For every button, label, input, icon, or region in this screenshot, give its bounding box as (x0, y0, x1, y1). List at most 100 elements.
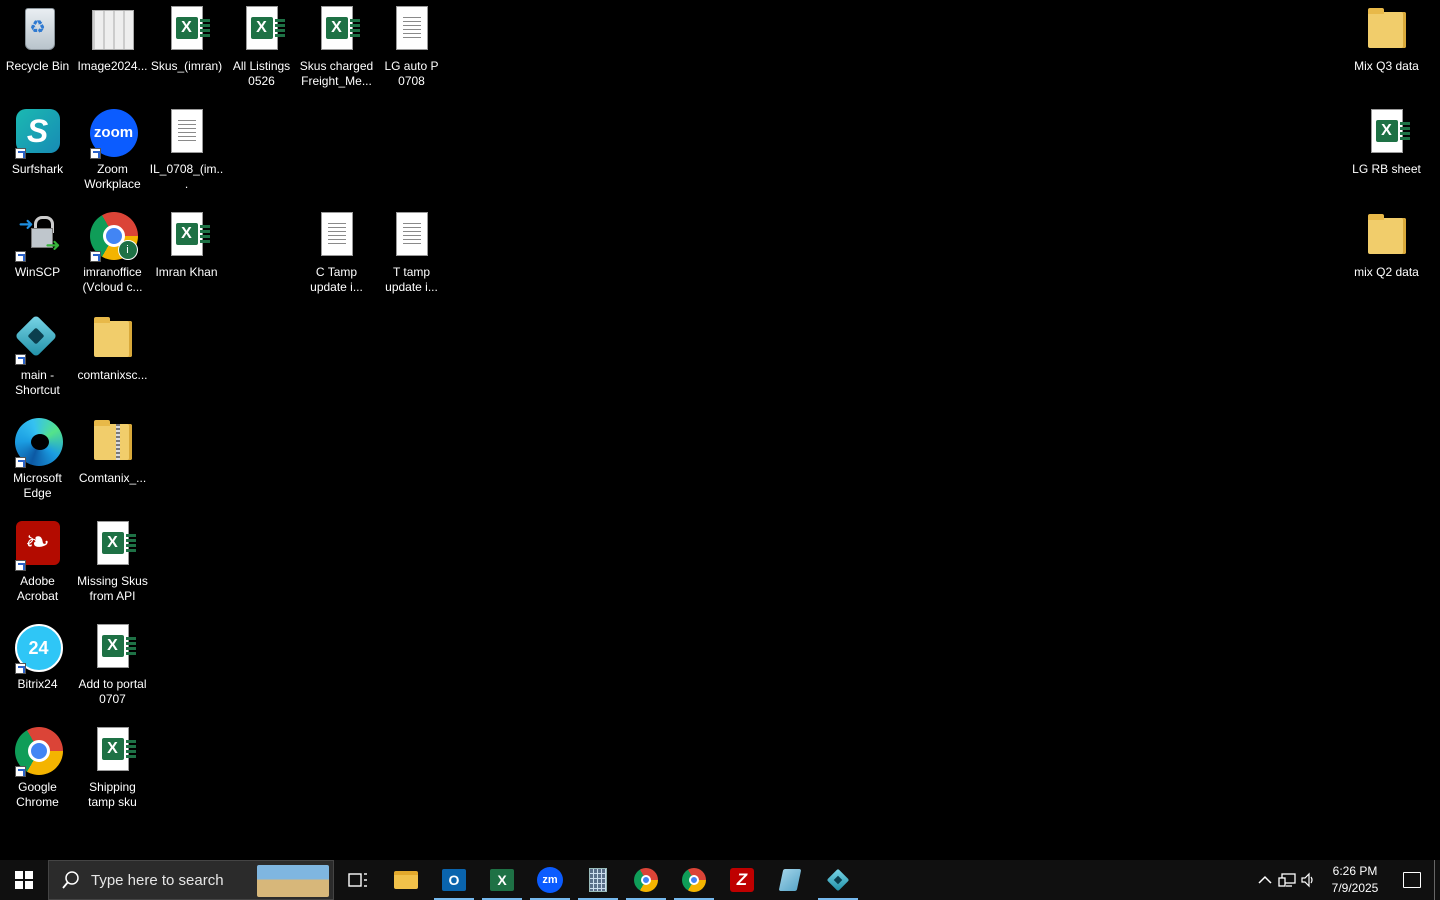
folder-icon (394, 871, 418, 889)
icon-label: main - Shortcut (15, 368, 60, 397)
taskbar-filezilla[interactable]: Z (718, 860, 766, 900)
calculator-icon (589, 868, 607, 892)
desktop: Recycle Bin S Surfshark ➜➜ WinSCP main -… (0, 0, 1440, 860)
icon-label: Skus charged Freight_Me... (299, 59, 374, 88)
network-button[interactable] (1276, 860, 1298, 900)
icon-label: Adobe Acrobat (16, 574, 59, 603)
desktop-icon-lg-rb-sheet[interactable]: X LG RB sheet (1349, 103, 1424, 203)
filezilla-icon: Z (730, 868, 754, 892)
search-box[interactable]: Type here to search (48, 860, 334, 900)
icon-label: Google Chrome (16, 780, 59, 809)
desktop-icon-lg-auto-p[interactable]: LG auto P 0708 (374, 0, 449, 100)
system-tray: 6:26 PM 7/9/2025 (1254, 860, 1440, 900)
icon-label: Recycle Bin (5, 59, 70, 73)
clock[interactable]: 6:26 PM 7/9/2025 (1320, 863, 1390, 897)
desktop-icon-il-0708[interactable]: IL_0708_(im... (149, 103, 224, 203)
icon-label: imranoffice (Vcloud c... (82, 265, 143, 294)
desktop-icon-mix-q3-data[interactable]: Mix Q3 data (1349, 0, 1424, 100)
task-view-icon (348, 873, 367, 887)
icon-label: Zoom Workplace (84, 162, 141, 191)
desktop-icon-recycle-bin[interactable]: Recycle Bin (0, 0, 75, 100)
show-desktop-button[interactable] (1434, 860, 1440, 900)
desktop-icon-shipping-tamp-sku[interactable]: X Shipping tamp sku (75, 721, 150, 821)
icon-label: Image2024... (77, 59, 148, 73)
desktop-icon-surfshark[interactable]: S Surfshark (0, 103, 75, 203)
task-view-button[interactable] (334, 860, 382, 900)
acrobat-icon: ❧ (13, 521, 63, 571)
taskbar: Type here to search O X zm Z 6:26 PM 7/9… (0, 860, 1440, 900)
folder-icon (88, 315, 138, 365)
windows-logo-icon (15, 871, 33, 889)
desktop-icon-missing-skus[interactable]: X Missing Skus from API (75, 515, 150, 615)
speaker-icon (1301, 872, 1313, 888)
desktop-icon-bitrix24[interactable]: 24 Bitrix24 (0, 618, 75, 718)
icon-label: T tamp update i... (385, 265, 438, 294)
desktop-icon-comtanixsc[interactable]: comtanixsc... (75, 309, 150, 409)
excel-file-icon: X (88, 727, 138, 777)
taskbar-main-app[interactable] (814, 860, 862, 900)
icon-label: Skus_(imran) (150, 59, 223, 73)
folder-icon (1362, 6, 1412, 56)
desktop-icon-main-shortcut[interactable]: main - Shortcut (0, 309, 75, 409)
icon-label: Imran Khan (155, 265, 218, 279)
desktop-icon-adobe-acrobat[interactable]: ❧ Adobe Acrobat (0, 515, 75, 615)
icon-label: All Listings 0526 (232, 59, 291, 88)
desktop-icon-mix-q2-data[interactable]: mix Q2 data (1349, 206, 1424, 306)
zip-folder-icon (88, 418, 138, 468)
text-file-icon (162, 109, 212, 159)
taskbar-chrome-profile[interactable] (670, 860, 718, 900)
desktop-icon-t-tamp-update[interactable]: T tamp update i... (374, 206, 449, 306)
taskbar-calculator[interactable] (574, 860, 622, 900)
action-center-button[interactable] (1390, 872, 1434, 888)
icon-label: Missing Skus from API (77, 574, 148, 603)
desktop-icon-skus-imran[interactable]: X Skus_(imran) (149, 0, 224, 100)
desktop-icon-add-to-portal[interactable]: X Add to portal 0707 (75, 618, 150, 718)
icon-label: LG auto P 0708 (384, 59, 439, 88)
taskbar-excel[interactable]: X (478, 860, 526, 900)
desktop-icon-microsoft-edge[interactable]: Microsoft Edge (0, 412, 75, 512)
desktop-icon-image2024[interactable]: Image2024... (75, 0, 150, 100)
zoom-icon: zoom (88, 109, 138, 159)
recycle-bin-icon (13, 6, 63, 56)
excel-file-icon: X (88, 624, 138, 674)
chrome-icon (634, 868, 658, 892)
folder-icon (1362, 212, 1412, 262)
start-button[interactable] (0, 860, 48, 900)
icon-label: comtanixsc... (77, 368, 148, 382)
desktop-icon-zoom-workplace[interactable]: zoom Zoom Workplace (75, 103, 150, 203)
icon-label: Comtanix_... (78, 471, 147, 485)
desktop-icon-google-chrome[interactable]: Google Chrome (0, 721, 75, 821)
taskbar-outlook[interactable]: O (430, 860, 478, 900)
icon-label: IL_0708_(im... (149, 162, 224, 191)
chrome-icon (13, 727, 63, 777)
desktop-icon-comtanix-zip[interactable]: Comtanix_... (75, 412, 150, 512)
excel-icon: X (490, 869, 514, 891)
excel-file-icon: X (312, 6, 362, 56)
icon-label: WinSCP (14, 265, 61, 279)
search-icon (62, 871, 79, 889)
text-file-icon (312, 212, 362, 262)
desktop-icon-imran-khan[interactable]: X Imran Khan (149, 206, 224, 306)
show-hidden-icons-button[interactable] (1254, 860, 1276, 900)
desktop-icon-all-listings[interactable]: X All Listings 0526 (224, 0, 299, 100)
taskbar-notepad[interactable] (766, 860, 814, 900)
chevron-up-icon (1258, 875, 1272, 884)
excel-file-icon: X (162, 6, 212, 56)
main-app-icon (826, 868, 850, 892)
bitrix24-icon: 24 (13, 624, 63, 674)
desktop-icon-c-tamp-update[interactable]: C Tamp update i... (299, 206, 374, 306)
desktop-icon-imranoffice[interactable]: i imranoffice (Vcloud c... (75, 206, 150, 306)
clock-time: 6:26 PM (1332, 864, 1378, 878)
text-file-icon (387, 6, 437, 56)
icon-label: Surfshark (11, 162, 64, 176)
clock-date: 7/9/2025 (1331, 881, 1379, 895)
volume-button[interactable] (1298, 860, 1320, 900)
desktop-icon-skus-charged-freight[interactable]: X Skus charged Freight_Me... (299, 0, 374, 100)
taskbar-zoom[interactable]: zm (526, 860, 574, 900)
icon-label: Microsoft Edge (13, 471, 62, 500)
text-file-icon (387, 212, 437, 262)
image-file-icon (88, 6, 138, 56)
taskbar-file-explorer[interactable] (382, 860, 430, 900)
taskbar-chrome[interactable] (622, 860, 670, 900)
desktop-icon-winscp[interactable]: ➜ ➜ WinSCP (0, 206, 75, 306)
